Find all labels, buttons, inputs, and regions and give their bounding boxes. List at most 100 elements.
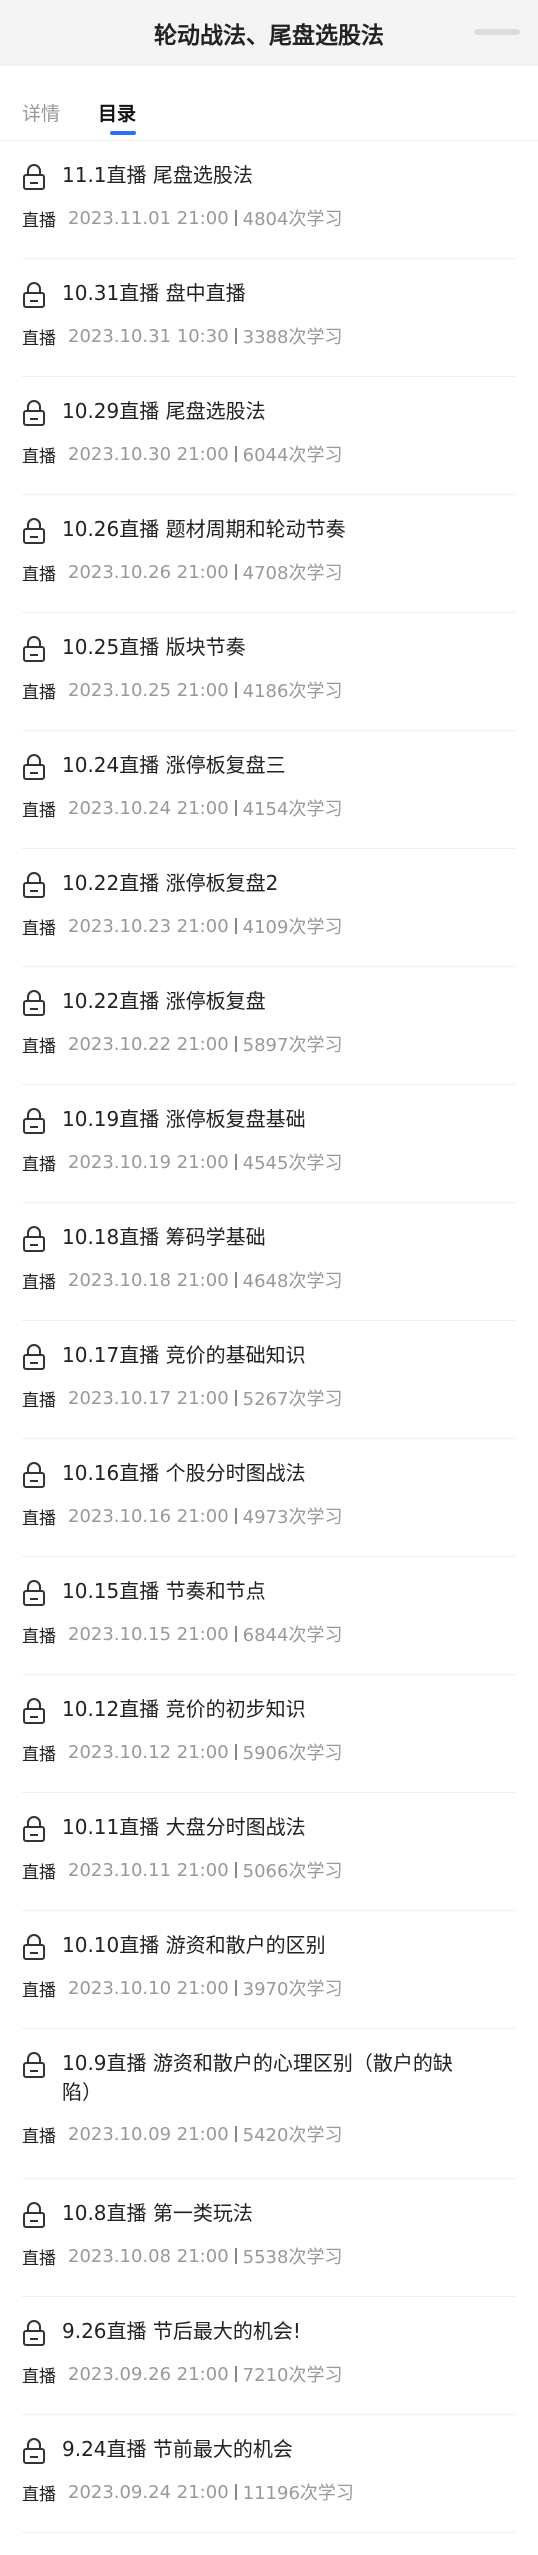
live-label: 直播 [22,328,56,349]
lock-icon [23,636,45,662]
lesson-title-row: 10.25直播 版块节奏 [22,633,516,663]
lesson-title: 10.31直播 盘中直播 [62,281,246,305]
lesson-title: 10.16直播 个股分时图战法 [62,1461,306,1485]
more-menu-icon[interactable] [474,29,520,35]
live-label: 直播 [22,918,56,939]
lesson-meta-row: 直播 2023.10.31 10:30 3388次学习 [22,323,516,349]
lock-icon [23,990,45,1016]
live-label: 直播 [22,1390,56,1411]
lesson-item[interactable]: 10.26直播 题材周期和轮动节奏 直播 2023.10.26 21:00 47… [22,495,516,613]
meta-separator [234,1272,237,1288]
lesson-title-row: 10.16直播 个股分时图战法 [22,1459,516,1489]
live-label: 直播 [22,210,56,231]
meta-separator [234,2126,237,2142]
lock-icon [23,1344,45,1370]
lesson-item[interactable]: 9.26直播 节后最大的机会! 直播 2023.09.26 21:00 7210… [22,2297,516,2415]
lesson-item[interactable]: 10.19直播 涨停板复盘基础 直播 2023.10.19 21:00 4545… [22,1085,516,1203]
lock-icon [23,1934,45,1960]
lesson-title: 10.18直播 筹码学基础 [62,1225,266,1249]
lesson-views: 5897次学习 [242,1035,343,1056]
lesson-datetime: 2023.09.24 21:00 [68,2481,229,2503]
lesson-item[interactable]: 10.11直播 大盘分时图战法 直播 2023.10.11 21:00 5066… [22,1793,516,1911]
live-label: 直播 [22,1744,56,1765]
lock-icon [23,2202,45,2228]
lesson-views: 5538次学习 [242,2247,343,2268]
tab-details[interactable]: 详情 [22,99,60,126]
lesson-title: 10.29直播 尾盘选股法 [62,399,266,423]
lesson-title: 10.25直播 版块节奏 [62,635,246,659]
lesson-title-row: 10.26直播 题材周期和轮动节奏 [22,515,516,545]
lesson-title: 9.24直播 节前最大的机会 [62,2437,293,2461]
meta-separator [234,210,237,226]
lesson-meta-row: 直播 2023.10.18 21:00 4648次学习 [22,1267,516,1293]
lock-icon [23,1698,45,1724]
lesson-title-row: 10.31直播 盘中直播 [22,279,516,309]
lesson-datetime: 2023.10.11 21:00 [68,1859,229,1881]
live-label: 直播 [22,1272,56,1293]
lesson-title-row: 10.15直播 节奏和节点 [22,1577,516,1607]
lesson-item[interactable]: 10.22直播 涨停板复盘 直播 2023.10.22 21:00 5897次学… [22,967,516,1085]
lesson-item[interactable]: 10.8直播 第一类玩法 直播 2023.10.08 21:00 5538次学习 [22,2179,516,2297]
lesson-title-row: 10.10直播 游资和散户的区别 [22,1931,516,1961]
lesson-datetime: 2023.10.10 21:00 [68,1977,229,1999]
meta-separator [234,800,237,816]
lesson-item[interactable]: 10.18直播 筹码学基础 直播 2023.10.18 21:00 4648次学… [22,1203,516,1321]
lesson-item[interactable]: 10.9直播 游资和散户的心理区别（散户的缺陷） 直播 2023.10.09 2… [22,2029,516,2179]
lesson-meta-row: 直播 2023.09.24 21:00 11196次学习 [22,2479,516,2505]
tab-catalog[interactable]: 目录 [98,99,137,135]
lesson-item[interactable]: 11.1直播 尾盘选股法 直播 2023.11.01 21:00 4804次学习 [22,141,516,259]
lesson-item[interactable]: 10.10直播 游资和散户的区别 直播 2023.10.10 21:00 397… [22,1911,516,2029]
lesson-views: 5267次学习 [242,1389,343,1410]
lesson-title-row: 10.24直播 涨停板复盘三 [22,751,516,781]
lesson-title-row: 10.9直播 游资和散户的心理区别（散户的缺陷） [22,2049,516,2107]
lesson-title-row: 10.11直播 大盘分时图战法 [22,1813,516,1843]
lesson-meta-row: 直播 2023.10.19 21:00 4545次学习 [22,1149,516,1175]
lesson-views: 4545次学习 [242,1153,343,1174]
lesson-views: 5906次学习 [242,1743,343,1764]
meta-separator [234,2484,237,2500]
lesson-item[interactable]: 10.17直播 竞价的基础知识 直播 2023.10.17 21:00 5267… [22,1321,516,1439]
lesson-datetime: 2023.10.16 21:00 [68,1505,229,1527]
lesson-views: 6044次学习 [242,445,343,466]
lesson-views: 4109次学习 [242,917,343,938]
lesson-title-row: 11.1直播 尾盘选股法 [22,161,516,191]
lesson-meta-row: 直播 2023.10.25 21:00 4186次学习 [22,677,516,703]
live-label: 直播 [22,2484,56,2505]
lesson-title-row: 10.17直播 竞价的基础知识 [22,1341,516,1371]
lesson-title-row: 10.29直播 尾盘选股法 [22,397,516,427]
lesson-title: 10.19直播 涨停板复盘基础 [62,1107,306,1131]
lesson-item[interactable]: 10.24直播 涨停板复盘三 直播 2023.10.24 21:00 4154次… [22,731,516,849]
lesson-item[interactable]: 10.16直播 个股分时图战法 直播 2023.10.16 21:00 4973… [22,1439,516,1557]
lesson-views: 4648次学习 [242,1271,343,1292]
meta-separator [234,1980,237,1996]
lesson-datetime: 2023.10.31 10:30 [68,325,229,347]
lesson-item[interactable]: 10.25直播 版块节奏 直播 2023.10.25 21:00 4186次学习 [22,613,516,731]
lesson-datetime: 2023.10.09 21:00 [68,2123,229,2145]
lesson-item[interactable]: 10.15直播 节奏和节点 直播 2023.10.15 21:00 6844次学… [22,1557,516,1675]
lesson-meta-row: 直播 2023.10.22 21:00 5897次学习 [22,1031,516,1057]
lock-icon [23,2052,45,2078]
lesson-title-row: 9.26直播 节后最大的机会! [22,2317,516,2347]
lesson-title-row: 9.24直播 节前最大的机会 [22,2435,516,2465]
lesson-views: 5420次学习 [242,2125,343,2146]
lesson-meta-row: 直播 2023.10.26 21:00 4708次学习 [22,559,516,585]
lesson-item[interactable]: 10.12直播 竞价的初步知识 直播 2023.10.12 21:00 5906… [22,1675,516,1793]
meta-separator [234,682,237,698]
lock-icon [23,400,45,426]
lesson-views: 3970次学习 [242,1979,343,2000]
meta-separator [234,2366,237,2382]
live-label: 直播 [22,1154,56,1175]
meta-separator [234,446,237,462]
lesson-item[interactable]: 9.24直播 节前最大的机会 直播 2023.09.24 21:00 11196… [22,2415,516,2533]
lesson-views: 5066次学习 [242,1861,343,1882]
lesson-title: 10.8直播 第一类玩法 [62,2201,253,2225]
lesson-item[interactable]: 10.31直播 盘中直播 直播 2023.10.31 10:30 3388次学习 [22,259,516,377]
lesson-item[interactable]: 10.29直播 尾盘选股法 直播 2023.10.30 21:00 6044次学… [22,377,516,495]
lesson-views: 3388次学习 [242,327,343,348]
lock-icon [23,518,45,544]
meta-separator [234,1626,237,1642]
lesson-title-row: 10.22直播 涨停板复盘2 [22,869,516,899]
lesson-item[interactable]: 10.22直播 涨停板复盘2 直播 2023.10.23 21:00 4109次… [22,849,516,967]
page-header: 轮动战法、尾盘选股法 [0,0,538,66]
lesson-datetime: 2023.10.25 21:00 [68,679,229,701]
